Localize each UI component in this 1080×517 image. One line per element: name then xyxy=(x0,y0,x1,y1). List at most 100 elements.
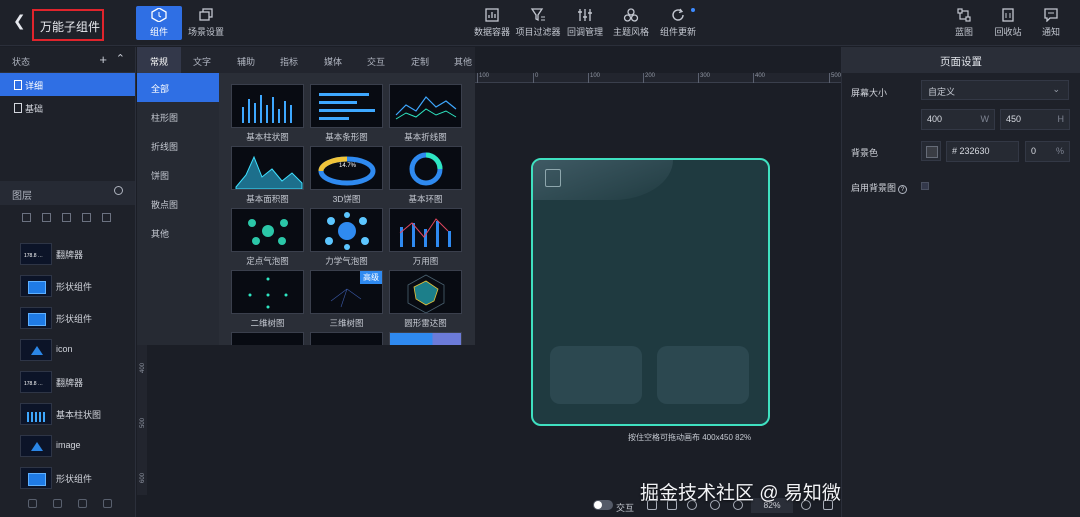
layer-thumbnail xyxy=(20,275,52,297)
bg-color-input[interactable]: # 232630 xyxy=(946,141,1019,162)
state-item-detail[interactable]: 详细 xyxy=(0,73,135,96)
add-state-icon[interactable]: + xyxy=(99,52,107,67)
component-card[interactable]: 圆形雷达图 xyxy=(389,270,462,328)
card-thumbnail xyxy=(231,270,304,314)
component-card[interactable]: 基本面积图 xyxy=(231,146,304,204)
component-update-label: 组件更新 xyxy=(659,27,696,37)
component-card[interactable]: 二维树图 xyxy=(231,270,304,328)
subcat-all[interactable]: 全部 xyxy=(137,73,219,102)
ruler-tick: 400 xyxy=(753,73,765,83)
component-card[interactable]: 基本折线图 xyxy=(389,84,462,142)
ungroup-icon[interactable] xyxy=(82,213,91,222)
back-arrow-icon[interactable]: ❮ xyxy=(13,14,27,30)
layer-item[interactable]: 形状组件 xyxy=(20,275,130,297)
state-item-basic[interactable]: 基础 xyxy=(0,96,135,119)
bg-color-label: 背景色 xyxy=(851,148,879,158)
delete-icon[interactable] xyxy=(103,499,112,508)
group-icon[interactable] xyxy=(62,213,71,222)
recycle-bin-button[interactable]: 回收站 xyxy=(985,6,1031,40)
layer-item[interactable]: 基本柱状图 xyxy=(20,403,130,425)
card-thumbnail xyxy=(231,332,304,345)
opacity-input[interactable]: 0 % xyxy=(1025,141,1070,162)
scene-settings-button[interactable]: 场景设置 xyxy=(183,6,229,40)
help-circle-icon[interactable]: ? xyxy=(898,185,908,194)
theme-style-button[interactable]: 主题风格 xyxy=(608,6,654,40)
card-label: 基本柱状图 xyxy=(246,132,289,142)
component-card[interactable]: 基本环图 xyxy=(389,146,462,204)
callback-manager-button[interactable]: 回调管理 xyxy=(562,6,608,40)
component-card[interactable]: 力学气泡图 xyxy=(310,208,383,266)
tab-interaction[interactable]: 交互 xyxy=(354,47,398,73)
notification-button[interactable]: 通知 xyxy=(1028,6,1074,40)
bg-color-swatch[interactable] xyxy=(921,141,941,161)
screen-size-label: 屏幕大小 xyxy=(851,88,888,98)
component-update-button[interactable]: 组件更新 xyxy=(655,6,701,40)
project-filter-button[interactable]: 项目过滤器 xyxy=(515,6,561,40)
lock-icon[interactable] xyxy=(53,499,62,508)
card-thumbnail xyxy=(231,84,304,128)
layer-item[interactable]: 形状组件 xyxy=(20,467,130,489)
layer-thumbnail xyxy=(20,371,52,393)
component-card[interactable]: 高级 三维树图 xyxy=(310,270,383,328)
layer-item[interactable]: 形状组件 xyxy=(20,307,130,329)
layer-item[interactable]: image xyxy=(20,435,130,457)
subcat-other[interactable]: 其他 xyxy=(137,218,219,247)
page-settings-title: 页面设置 xyxy=(842,47,1080,73)
component-button-label: 组件 xyxy=(149,27,168,37)
component-button[interactable]: 组件 xyxy=(136,6,182,40)
tab-custom[interactable]: 定制 xyxy=(398,47,442,73)
tab-media[interactable]: 媒体 xyxy=(311,47,355,73)
bubble-chart-preview xyxy=(248,219,288,245)
placeholder-tile[interactable] xyxy=(550,346,642,404)
state-item-label: 详细 xyxy=(25,81,44,91)
move-top-icon[interactable] xyxy=(22,213,31,222)
tab-text[interactable]: 文字 xyxy=(180,47,224,73)
list-icon[interactable] xyxy=(102,213,111,222)
tab-other[interactable]: 其他 xyxy=(441,47,485,73)
card-thumbnail xyxy=(310,332,383,345)
layer-thumbnail xyxy=(20,435,52,457)
layer-name: 翻牌器 xyxy=(56,250,84,260)
interaction-toggle[interactable] xyxy=(593,500,613,510)
tab-regular[interactable]: 常规 xyxy=(137,47,181,73)
card-thumbnail xyxy=(389,270,462,314)
card-thumbnail: 高级 xyxy=(310,270,383,314)
component-card[interactable]: 定点气泡图 xyxy=(231,208,304,266)
top-toolbar: ❮ 万能子组件 组件 场景设置 数据容器 项目过滤器 回调管理 主题风格 组件更… xyxy=(0,0,1080,46)
layer-thumbnail xyxy=(20,243,52,265)
search-icon[interactable] xyxy=(114,186,123,195)
copy-icon[interactable] xyxy=(78,499,87,508)
component-card-partial[interactable] xyxy=(310,332,383,345)
blueprint-button[interactable]: 蓝图 xyxy=(941,6,987,40)
component-card[interactable]: 基本条形图 xyxy=(310,84,383,142)
component-card[interactable]: 万用图 xyxy=(389,208,462,266)
placeholder-tile[interactable] xyxy=(657,346,749,404)
data-container-button[interactable]: 数据容器 xyxy=(469,6,515,40)
card-label: 基本面积图 xyxy=(246,194,289,204)
component-card-partial[interactable] xyxy=(389,332,462,345)
page-preview-frame[interactable] xyxy=(531,158,770,426)
layer-thumbnail xyxy=(20,339,52,361)
layer-item[interactable]: 翻牌器 xyxy=(20,243,130,265)
layer-item[interactable]: icon xyxy=(20,339,130,361)
width-input[interactable]: 400 W xyxy=(921,109,995,130)
tab-indicator[interactable]: 指标 xyxy=(267,47,311,73)
component-card-partial[interactable] xyxy=(231,332,304,345)
subcat-pie[interactable]: 饼图 xyxy=(137,160,219,189)
bulb-icon[interactable] xyxy=(28,499,37,508)
component-card[interactable]: 基本柱状图 xyxy=(231,84,304,142)
layer-item[interactable]: 翻牌器 xyxy=(20,371,130,393)
subcat-bar[interactable]: 柱形图 xyxy=(137,102,219,131)
layer-label: 图层 xyxy=(12,191,32,202)
tab-auxiliary[interactable]: 辅助 xyxy=(224,47,268,73)
component-card[interactable]: 14.7% 3D饼图 xyxy=(310,146,383,204)
component-subcategories: 全部 柱形图 折线图 饼图 散点图 其他 xyxy=(137,73,219,345)
subcat-line[interactable]: 折线图 xyxy=(137,131,219,160)
height-input[interactable]: 450 H xyxy=(1000,109,1070,130)
bg-color-value: # 232630 xyxy=(952,146,990,156)
screen-size-select[interactable]: 自定义 ⌄ xyxy=(921,80,1069,100)
collapse-up-icon[interactable]: ⌃ xyxy=(116,52,125,65)
subcat-scatter[interactable]: 散点图 xyxy=(137,189,219,218)
move-up-icon[interactable] xyxy=(42,213,51,222)
bg-image-checkbox[interactable] xyxy=(921,182,929,190)
